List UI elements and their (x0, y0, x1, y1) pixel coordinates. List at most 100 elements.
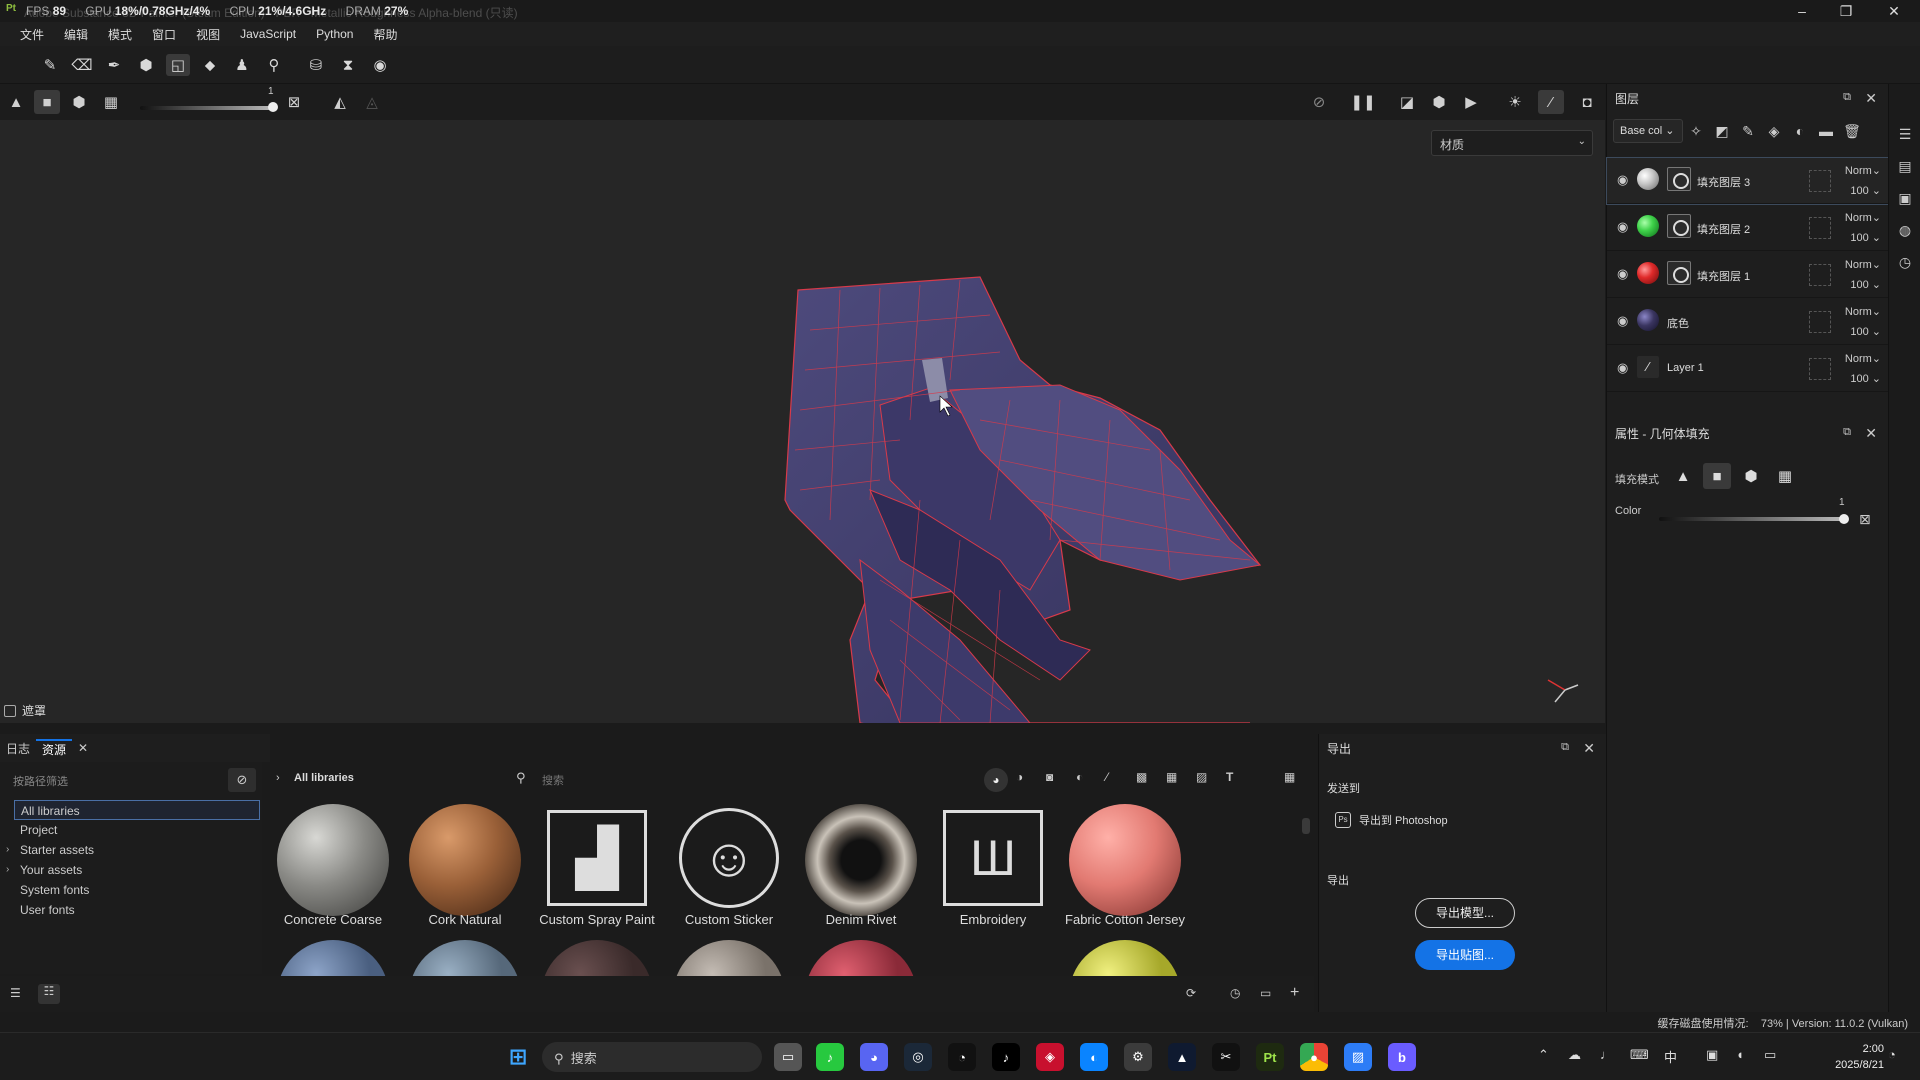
app-icon-b[interactable]: b (1388, 1043, 1416, 1071)
path-filter-input[interactable]: 按路径筛选 (8, 768, 228, 792)
camera-icon[interactable]: ▶ (1458, 90, 1484, 114)
opacity-field[interactable]: 100 ⌄ (1850, 184, 1881, 197)
blend-mode-select[interactable]: Norm⌄ (1845, 258, 1881, 271)
random-icon[interactable]: ⊠ (281, 90, 307, 114)
folder-icon[interactable]: ▭ (1260, 986, 1271, 1000)
app-icon-green[interactable]: ♪ (816, 1043, 844, 1071)
add-group-icon[interactable]: ◐ (1787, 123, 1813, 139)
smart-materials-filter-icon[interactable]: ◑ (1016, 770, 1023, 784)
color-picker-icon[interactable]: ⚲ (262, 54, 286, 76)
close-icon[interactable]: ✕ (1583, 740, 1595, 757)
layer-item[interactable]: ◉ 底色 Norm⌄ 100 ⌄ (1607, 299, 1889, 345)
tree-item-user-fonts[interactable]: User fonts (14, 900, 260, 920)
texture-set-icon[interactable]: ▤ (1895, 156, 1915, 176)
menu-window[interactable]: 窗口 (142, 26, 186, 43)
discord-icon[interactable]: ◕ (860, 1043, 888, 1071)
visibility-eye-icon[interactable]: ◉ (1617, 313, 1628, 329)
eraser-icon[interactable]: ⌫ (70, 54, 94, 76)
grid-view-icon[interactable]: ▦ (1284, 770, 1295, 784)
bake-icon[interactable]: ⛁ (304, 54, 328, 76)
menu-edit[interactable]: 编辑 (54, 26, 98, 43)
add-mask-icon[interactable]: ◩ (1709, 123, 1735, 140)
asset-search-input[interactable]: 搜索 (542, 772, 564, 788)
tool-slider-track[interactable] (140, 106, 274, 110)
filter-visibility-icon[interactable]: ⊘ (228, 768, 256, 792)
app-icon-red[interactable]: ◈ (1036, 1043, 1064, 1071)
export-model-button[interactable]: 导出模型... (1415, 898, 1515, 928)
task-view-icon[interactable]: ▭ (774, 1043, 802, 1071)
tree-item-project[interactable]: Project (14, 820, 260, 840)
tool-slider-handle[interactable] (268, 102, 278, 112)
minimize-button[interactable]: – (1780, 0, 1824, 22)
opacity-field[interactable]: 100 ⌄ (1850, 372, 1881, 385)
keyboard-icon[interactable]: ⌨ (1630, 1047, 1649, 1063)
windows-start-icon[interactable]: ⊞ (504, 1043, 532, 1071)
layer-mask-thumbnail[interactable] (1667, 167, 1691, 191)
close-window-button[interactable]: ✕ (1872, 0, 1916, 22)
polygon-fill-icon[interactable]: ◱ (166, 54, 190, 76)
menu-file[interactable]: 文件 (10, 26, 54, 43)
opacity-field[interactable]: 100 ⌄ (1850, 278, 1881, 291)
clone-stamp-icon[interactable]: ♟ (230, 54, 254, 76)
paint-brush-icon[interactable]: ✎ (38, 54, 62, 76)
close-tab-icon[interactable]: ✕ (72, 741, 94, 755)
folder-icon[interactable]: ▬ (1813, 123, 1839, 139)
app-icon-blue[interactable]: ◐ (1080, 1043, 1108, 1071)
volume-icon[interactable]: ◖ (1736, 1047, 1744, 1062)
layer-item[interactable]: ◉ 填充图层 2 Norm⌄ 100 ⌄ (1607, 205, 1889, 251)
steam-icon[interactable]: ◎ (904, 1043, 932, 1071)
network-icon[interactable]: ▣ (1706, 1047, 1718, 1063)
materials-filter-icon[interactable]: ◕ (984, 768, 1008, 792)
tree-item-all-libraries[interactable]: All libraries (14, 800, 260, 820)
fill-mesh-icon[interactable]: ⬢ (66, 90, 92, 114)
add-fill-layer-icon[interactable]: ◈ (1761, 123, 1787, 140)
channel-select[interactable]: Base col ⌄ (1613, 119, 1683, 143)
projection-icon[interactable]: ✒ (102, 54, 126, 76)
settings-icon[interactable]: ⚙ (1124, 1043, 1152, 1071)
opacity-field[interactable]: 100 ⌄ (1850, 325, 1881, 338)
export-textures-button[interactable]: 导出贴图... (1415, 940, 1515, 970)
asset-item[interactable]: Cork Natural (400, 804, 530, 927)
tree-item-your-assets[interactable]: Your assets (14, 860, 260, 880)
layer-mask-thumbnail[interactable] (1667, 261, 1691, 285)
fill-mesh-icon[interactable]: ⬢ (1737, 463, 1765, 489)
geometry-mask-icon[interactable]: ⬢ (134, 54, 158, 76)
chrome-icon[interactable]: ● (1300, 1043, 1328, 1071)
shader-icon[interactable]: ◍ (1895, 220, 1915, 240)
delete-icon[interactable]: 🗑 (1839, 123, 1865, 140)
path-icon[interactable]: ⧗ (336, 54, 360, 76)
blend-mode-select[interactable]: Norm⌄ (1845, 211, 1881, 224)
refresh-icon[interactable]: ⟳ (1186, 986, 1196, 1000)
blend-mode-select[interactable]: Norm⌄ (1845, 164, 1881, 177)
layer-mask-thumbnail[interactable] (1667, 214, 1691, 238)
hide-icon[interactable]: ⊘ (1306, 90, 1332, 114)
add-icon[interactable]: + (1290, 984, 1299, 1002)
menu-mode[interactable]: 模式 (98, 26, 142, 43)
onedrive-icon[interactable]: ☁ (1568, 1047, 1581, 1063)
3d-viewport[interactable]: 材质 ⌄ 遮罩 (0, 120, 1605, 723)
add-effect-icon[interactable]: ✧ (1683, 123, 1709, 140)
tab-log[interactable]: 日志 (0, 740, 36, 757)
asset-item[interactable]: Fabric Cotton Jersey (1060, 804, 1190, 927)
expand-arrow-icon[interactable]: › (6, 844, 9, 855)
fill-uv-icon[interactable]: ▦ (98, 90, 124, 114)
menu-javascript[interactable]: JavaScript (230, 27, 306, 41)
generators-filter-icon[interactable]: ◐ (1076, 770, 1083, 784)
screenshot-icon[interactable]: ◘ (1574, 90, 1600, 114)
fonts-filter-icon[interactable]: T (1226, 770, 1233, 784)
fill-triangle-icon[interactable]: ▲ (3, 90, 29, 114)
app-icon-dark[interactable]: ▲ (1168, 1043, 1196, 1071)
expand-arrow-icon[interactable]: › (6, 864, 9, 875)
2d-view-icon[interactable]: ◪ (1394, 90, 1420, 114)
mesh-render[interactable] (0, 120, 1605, 723)
popout-icon[interactable]: ⧉ (1843, 91, 1851, 104)
tab-assets[interactable]: 资源 (36, 738, 73, 758)
asset-item[interactable]: Denim Rivet (796, 804, 926, 927)
notification-icon[interactable]: ◔ (1888, 1047, 1896, 1062)
visibility-eye-icon[interactable]: ◉ (1617, 360, 1628, 376)
layer-item[interactable]: ◉ ⁄ Layer 1 Norm⌄ 100 ⌄ (1607, 346, 1889, 392)
popout-icon[interactable]: ⧉ (1843, 426, 1851, 439)
capcut-icon[interactable]: ✂ (1212, 1043, 1240, 1071)
substance-painter-icon[interactable]: Pt (1256, 1043, 1284, 1071)
lighting-icon[interactable]: ☀ (1502, 90, 1528, 114)
